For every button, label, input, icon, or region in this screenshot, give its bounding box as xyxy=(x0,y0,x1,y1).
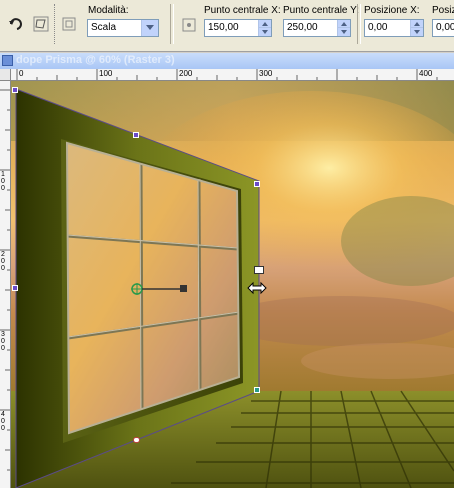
center-x-label: Punto centrale X: xyxy=(204,5,281,16)
toolbar-separator xyxy=(357,4,361,44)
shape-icon xyxy=(58,13,80,35)
center-x-spinner[interactable] xyxy=(258,20,271,36)
mode-label: Modalità: xyxy=(88,5,129,16)
pos-x-label: Posizione X: xyxy=(364,5,420,16)
ruler-top-label: 100 xyxy=(99,69,113,78)
pos-x-value: 0,00 xyxy=(368,22,388,33)
ruler-left-label: 1 0 0 xyxy=(1,171,5,192)
pos-y-field[interactable]: 0,00 xyxy=(432,19,454,37)
document-icon xyxy=(2,55,13,66)
deformation-icon[interactable] xyxy=(30,13,52,35)
ruler-left-label: 3 0 0 xyxy=(1,331,5,352)
pos-x-field[interactable]: 0,00 xyxy=(364,19,424,37)
document-titlebar[interactable]: dope Prisma @ 60% (Raster 3) xyxy=(0,53,454,69)
canvas-artwork xyxy=(11,81,454,488)
pos-y-label: Posizio xyxy=(432,5,454,16)
tool-options-bar: Modalità: Scala Punto centrale X: 150,00… xyxy=(0,0,454,52)
rotation-handle[interactable] xyxy=(129,281,191,297)
handle-bottom-middle[interactable] xyxy=(133,437,140,443)
ruler-top-label: 300 xyxy=(259,69,273,78)
handle-bottom-right[interactable] xyxy=(254,387,260,393)
center-x-field[interactable]: 150,00 xyxy=(204,19,272,37)
ruler-top-label: 0 xyxy=(19,69,24,78)
resize-cursor-icon xyxy=(247,281,267,295)
spin-up-icon[interactable] xyxy=(259,20,271,28)
chevron-down-icon[interactable] xyxy=(141,20,158,36)
ruler-top-label: 400 xyxy=(419,69,433,78)
center-x-value: 150,00 xyxy=(208,22,239,33)
handle-top-right[interactable] xyxy=(254,181,260,187)
spin-up-icon[interactable] xyxy=(338,20,350,28)
image-canvas[interactable] xyxy=(11,81,454,488)
handle-top-left[interactable] xyxy=(12,87,18,93)
ruler-corner xyxy=(0,69,11,81)
reset-icon[interactable] xyxy=(6,13,28,35)
pos-x-spinner[interactable] xyxy=(410,20,423,36)
center-y-spinner[interactable] xyxy=(337,20,350,36)
document-title: dope Prisma @ 60% (Raster 3) xyxy=(16,54,175,66)
center-y-value: 250,00 xyxy=(287,22,318,33)
center-point-icon xyxy=(178,14,200,36)
ruler-top-label: 200 xyxy=(179,69,193,78)
handle-middle-left[interactable] xyxy=(12,285,18,291)
handle-top-middle[interactable] xyxy=(133,132,139,138)
spin-down-icon[interactable] xyxy=(259,28,271,36)
spin-down-icon[interactable] xyxy=(411,28,423,36)
spin-up-icon[interactable] xyxy=(411,20,423,28)
handle-middle-right[interactable] xyxy=(254,266,264,274)
ruler-left[interactable]: 1 0 0 2 0 0 3 0 0 4 0 0 xyxy=(0,81,11,488)
spin-down-icon[interactable] xyxy=(338,28,350,36)
mode-select[interactable]: Scala xyxy=(87,19,159,37)
ruler-left-label: 4 0 0 xyxy=(1,411,5,432)
center-y-field[interactable]: 250,00 xyxy=(283,19,351,37)
center-y-label: Punto centrale Y: xyxy=(283,5,359,16)
ruler-left-label: 2 0 0 xyxy=(1,251,5,272)
pos-y-value: 0,00 xyxy=(436,22,454,33)
ruler-top[interactable]: 0 100 200 300 400 xyxy=(11,69,454,81)
toolbar-separator xyxy=(170,4,174,44)
mode-select-value: Scala xyxy=(91,22,117,33)
